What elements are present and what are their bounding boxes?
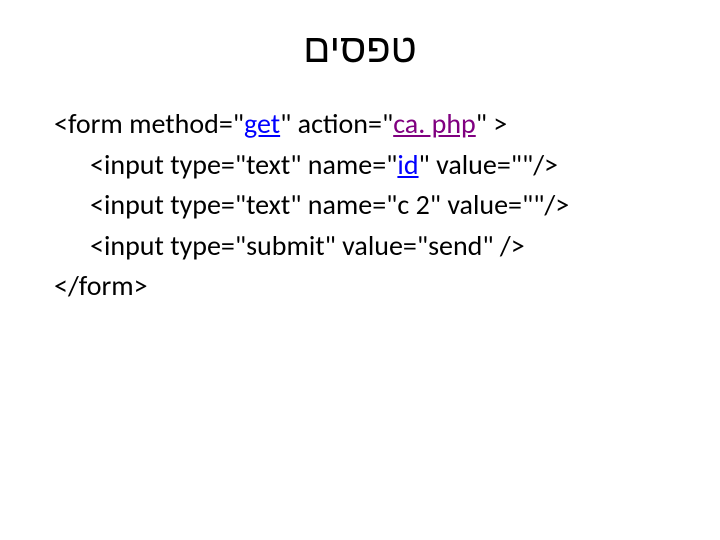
- code-line-input-submit: <input type="submit" value="send" />: [54, 226, 666, 267]
- text: " value=""/>: [419, 147, 558, 182]
- code-line-input-c2: <input type="text" name="c 2" value=""/>: [54, 185, 666, 226]
- text: " >: [476, 106, 508, 141]
- text: " action=": [280, 106, 393, 141]
- action-value: ca. php: [393, 106, 476, 141]
- text: <form method=": [54, 106, 244, 141]
- method-value: get: [244, 106, 280, 141]
- code-line-form-open: <form method="get" action="ca. php" >: [54, 104, 666, 145]
- slide-title: טפסים: [0, 24, 720, 73]
- slide-body: <form method="get" action="ca. php" > <i…: [54, 104, 666, 307]
- slide: טפסים <form method="get" action="ca. php…: [0, 0, 720, 540]
- text: <input type="text" name=": [90, 147, 397, 182]
- name-value: id: [397, 147, 418, 182]
- code-line-input-id: <input type="text" name="id" value=""/>: [54, 145, 666, 186]
- code-line-form-close: </form>: [54, 266, 666, 307]
